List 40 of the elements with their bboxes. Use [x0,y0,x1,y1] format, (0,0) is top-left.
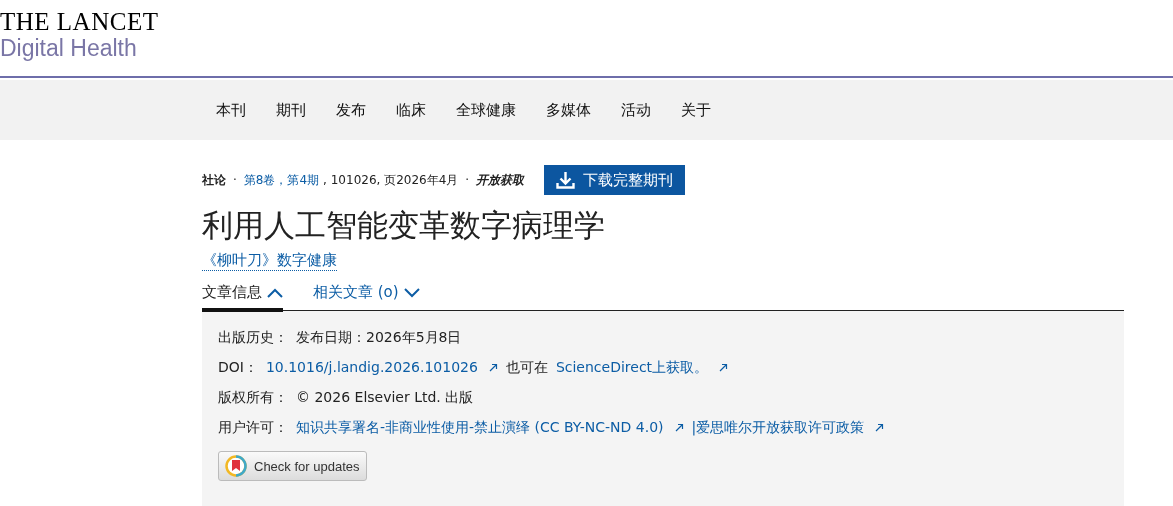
chevron-down-icon [403,287,420,298]
info-value: © 2026 Elsevier Ltd. 出版 [296,389,474,407]
issue-link[interactable]: 第8卷，第4期 [243,171,320,189]
info-label: 出版历史： [218,329,288,347]
article-title: 利用人工智能变革数字病理学 [202,206,606,245]
separator-dot: · [233,173,237,187]
chevron-up-icon [267,287,283,298]
info-link[interactable]: |爱思唯尔开放获取许可政策 [691,419,865,437]
nav-item[interactable]: 临床 [396,100,426,120]
nav-item[interactable]: 期刊 [276,100,306,120]
info-value: 也可在 [505,359,548,377]
info-link[interactable]: 10.1016/j.landig.2026.101026 [265,359,478,375]
info-label: 版权所有： [218,389,288,407]
check-for-updates-button[interactable]: Check for updates [218,451,367,481]
article-type: 社论 [202,171,226,189]
external-link-icon [674,423,684,432]
download-icon [556,171,576,189]
nav-item[interactable]: 发布 [336,100,366,120]
nav-item[interactable]: 关于 [681,100,711,120]
nav-item[interactable]: 全球健康 [456,100,516,120]
external-link-icon [719,363,729,372]
nav-item[interactable]: 活动 [621,100,651,120]
logo-title: THE LANCET [0,9,160,35]
logo-subtitle: Digital Health [0,35,138,61]
journal-link[interactable]: 《柳叶刀》数字健康 [202,251,337,271]
info-label: DOI： [218,359,258,377]
info-link[interactable]: 知识共享署名-非商业性使用-禁止演绎 (CC BY-NC-ND 4.0) [296,419,664,437]
nav-item[interactable]: 多媒体 [546,100,591,120]
update-badge-icon [225,455,247,477]
open-access-label: 开放获取 [476,171,525,189]
external-link-icon [875,423,885,432]
external-link-icon [488,363,498,372]
citation-text: , 101026, 页2026年4月 [323,171,459,189]
tab[interactable]: 相关文章 (o) [313,279,420,312]
info-value: 发布日期：2026年5月8日 [296,329,462,347]
info-link[interactable]: ScienceDirect上获取。 [555,359,709,377]
nav-item[interactable]: 本刊 [216,100,246,120]
download-issue-button[interactable]: 下载完整期刊 [544,165,686,195]
info-label: 用户许可： [218,419,288,437]
separator-dot: · [465,173,470,187]
